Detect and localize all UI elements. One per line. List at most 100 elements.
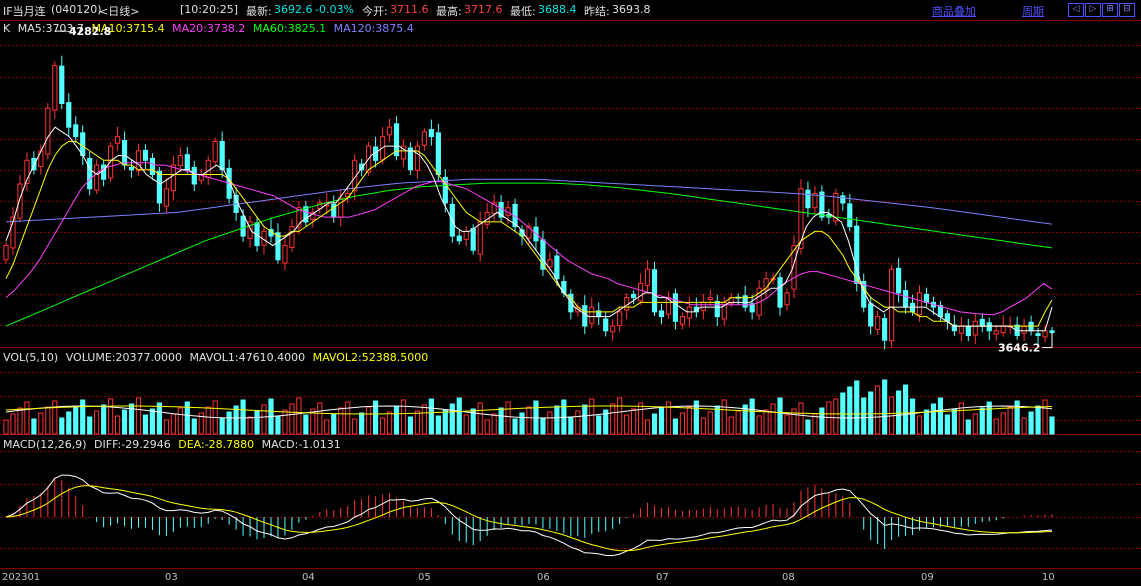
volume-bar <box>338 407 344 435</box>
volume-bar <box>679 412 686 435</box>
candle-body <box>679 316 686 325</box>
candle-body <box>282 245 288 264</box>
volume-bar <box>1000 412 1006 435</box>
volume-bar <box>854 380 860 435</box>
volume-bar <box>121 409 128 435</box>
candle-body <box>554 255 560 280</box>
volume-bar <box>393 405 400 435</box>
volume-bar <box>108 398 114 435</box>
volume-bar <box>3 419 9 435</box>
candle-body <box>219 140 225 171</box>
volume-bar <box>10 413 16 435</box>
volume-bar <box>1021 417 1027 435</box>
volume-bar <box>637 402 644 435</box>
candle-body <box>805 189 811 209</box>
x-tick-label: 202301 <box>2 572 41 583</box>
candle-body <box>94 164 100 191</box>
volume-bar <box>847 386 853 435</box>
price-chart-canvas[interactable]: 4282.8 3646.2 <box>0 0 1141 586</box>
candle-body <box>59 65 65 105</box>
volume-bar <box>156 402 163 435</box>
volume-bar <box>798 402 804 435</box>
candle-body <box>101 164 107 180</box>
volume-bar <box>770 403 776 435</box>
volume-bar <box>589 398 595 435</box>
candle-body <box>895 267 902 294</box>
volume-bar <box>170 413 176 435</box>
candle-body <box>163 188 169 207</box>
candle-body <box>875 316 881 330</box>
volume-bar <box>498 407 504 435</box>
volume-bar <box>965 419 971 435</box>
volume-bar <box>1049 416 1055 435</box>
volume-bar <box>1028 411 1034 435</box>
candle-body <box>121 139 128 166</box>
volume-bar <box>435 415 441 435</box>
volume-bar <box>80 399 86 435</box>
candle-body <box>1021 325 1027 334</box>
candle-body <box>45 107 51 155</box>
candle-body <box>889 268 895 342</box>
candle-body <box>3 245 9 261</box>
volume-bar <box>861 397 867 435</box>
volume-bar <box>59 417 65 435</box>
candle-body <box>17 183 23 219</box>
candle-body <box>128 166 135 171</box>
candle-body <box>617 311 623 327</box>
high-annotation: 4282.8 <box>69 25 111 38</box>
candle-body <box>428 129 434 138</box>
volume-bar <box>923 409 930 435</box>
volume-bar <box>951 408 957 435</box>
volume-bar <box>902 384 909 435</box>
volume-bar <box>658 407 665 435</box>
candle-body <box>916 292 923 316</box>
candle-body <box>784 292 790 306</box>
volume-bar <box>449 403 455 435</box>
volume-bar <box>540 417 546 435</box>
candle-body <box>603 318 609 332</box>
volume-bar <box>993 418 999 435</box>
volume-bar <box>805 419 811 435</box>
volume-bar <box>177 407 183 435</box>
volume-bar <box>651 413 658 435</box>
candle-body <box>958 325 964 334</box>
volume-bar <box>554 405 560 435</box>
candle-body <box>923 293 930 303</box>
volume-bar <box>937 397 944 435</box>
volume-bar <box>979 407 985 435</box>
candle-body <box>456 235 462 242</box>
volume-bar <box>875 385 881 435</box>
volume-bar <box>944 414 950 435</box>
volume-bar <box>379 417 386 435</box>
candle-body <box>902 290 909 308</box>
candle-body <box>73 124 79 138</box>
volume-bar <box>930 403 937 435</box>
x-tick-label: 10 <box>1042 572 1055 583</box>
candle-body <box>686 306 692 319</box>
candle-body <box>868 303 874 327</box>
candle-body <box>52 65 58 111</box>
candle-body <box>840 195 846 204</box>
volume-bar <box>672 418 679 435</box>
candle-body <box>589 306 595 324</box>
volume-bar <box>1007 406 1013 435</box>
volume-bar <box>624 414 630 435</box>
volume-bar <box>505 401 511 435</box>
volume-bar <box>205 406 211 435</box>
candle-body <box>582 305 588 327</box>
volume-bar <box>512 418 518 435</box>
volume-bar <box>407 416 414 435</box>
candle-body <box>477 221 483 255</box>
volume-bar <box>359 412 365 435</box>
volume-bar <box>596 415 602 435</box>
volume-bar <box>547 411 553 435</box>
volume-bar <box>331 413 337 435</box>
x-tick-label: 08 <box>782 572 795 583</box>
volume-bar <box>233 405 239 435</box>
volume-bar <box>282 409 288 435</box>
candle-body <box>156 170 163 204</box>
candle-body <box>184 154 190 171</box>
volume-bar <box>519 412 525 435</box>
volume-bar <box>491 413 497 435</box>
candle-body <box>135 150 142 172</box>
